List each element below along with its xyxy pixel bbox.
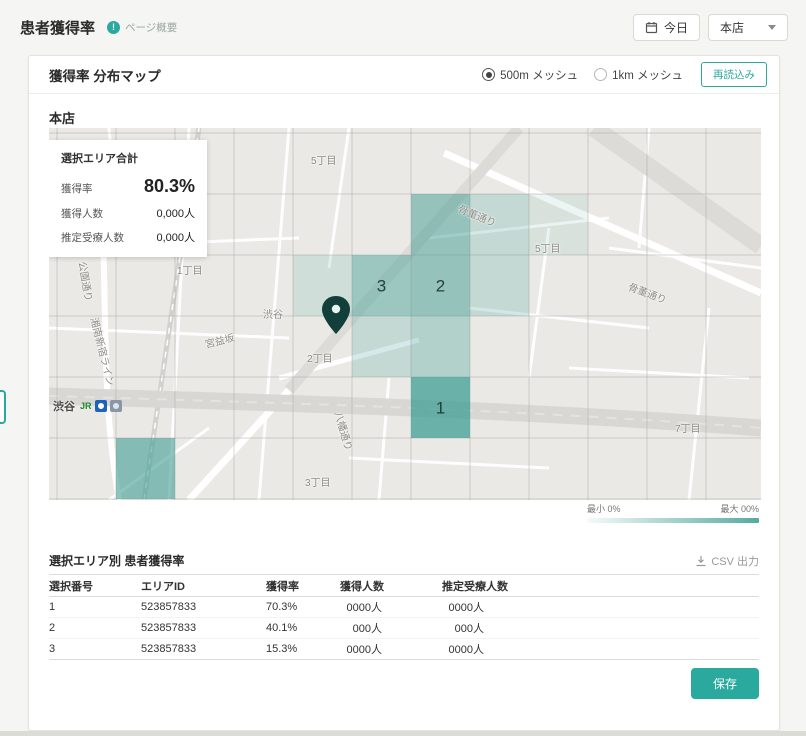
table-row: 152385783370.3%0000人0000人 bbox=[49, 597, 759, 618]
table-cell: 1 bbox=[49, 601, 141, 613]
rate-value: 80.3% bbox=[144, 176, 195, 197]
page-overview-label: ページ概要 bbox=[125, 20, 177, 35]
mesh-cell[interactable] bbox=[352, 316, 411, 377]
selected-area-summary: 選択エリア合計 獲得率 80.3% 獲得人数 0,000人 推定受療人数 0,0… bbox=[49, 140, 207, 257]
table-header-cell: 推定受療人数 bbox=[442, 578, 562, 594]
table-cell: 000人 bbox=[442, 620, 562, 636]
store-select-value: 本店 bbox=[720, 19, 744, 36]
mesh-cell[interactable] bbox=[411, 194, 470, 255]
radio-1km-mesh[interactable]: 1km メッシュ bbox=[594, 67, 683, 83]
card-title: 獲得率 分布マップ bbox=[49, 65, 161, 85]
estimated-label: 推定受療人数 bbox=[61, 230, 124, 245]
mesh-cell-number: 1 bbox=[436, 399, 445, 418]
table-body: 152385783370.3%0000人0000人252385783340.1%… bbox=[49, 597, 759, 660]
map-canvas[interactable]: 321 5丁目骨董通り5丁目骨董通り1丁目渋谷宮益坂2丁目八幡通り3丁目7丁目公… bbox=[49, 128, 761, 500]
estimated-value: 0,000人 bbox=[156, 229, 195, 245]
rate-label: 獲得率 bbox=[61, 181, 93, 196]
legend-gradient-bar bbox=[587, 518, 759, 523]
mesh-radio-group: 500m メッシュ 1km メッシュ bbox=[482, 67, 683, 83]
table-cell: 0000人 bbox=[442, 641, 562, 657]
acquisition-table: 選択番号エリアID獲得率獲得人数推定受療人数 152385783370.3%00… bbox=[49, 574, 759, 660]
station-name: 渋谷 bbox=[53, 398, 75, 414]
radio-1km-label: 1km メッシュ bbox=[612, 67, 683, 83]
rail-line-icon bbox=[110, 400, 122, 412]
table-row: 252385783340.1%000人000人 bbox=[49, 618, 759, 639]
table-cell: 0000人 bbox=[340, 641, 442, 657]
download-icon bbox=[695, 555, 707, 567]
store-heading: 本店 bbox=[49, 108, 75, 127]
calendar-icon bbox=[645, 21, 658, 34]
table-cell: 000人 bbox=[340, 620, 442, 636]
legend-min-label: 最小 0% bbox=[587, 502, 621, 515]
legend-max-label: 最大 00% bbox=[720, 502, 759, 515]
table-cell: 0000人 bbox=[442, 599, 562, 615]
table-cell: 523857833 bbox=[141, 622, 266, 634]
table-cell: 3 bbox=[49, 643, 141, 655]
top-bar: 患者獲得率 ! ページ概要 今日 本店 bbox=[0, 0, 806, 55]
table-header-cell: 獲得率 bbox=[266, 578, 340, 594]
table-cell: 523857833 bbox=[141, 601, 266, 613]
acquisition-map-card: 獲得率 分布マップ 500m メッシュ 1km メッシュ 再読込み 本店 bbox=[28, 55, 780, 731]
table-cell: 523857833 bbox=[141, 643, 266, 655]
today-label: 今日 bbox=[664, 19, 688, 36]
page-overview-link[interactable]: ! ページ概要 bbox=[107, 20, 177, 35]
table-header-cell: 選択番号 bbox=[49, 578, 141, 594]
mesh-cell-number: 2 bbox=[436, 277, 445, 296]
radio-500m-label: 500m メッシュ bbox=[500, 67, 578, 83]
info-icon: ! bbox=[107, 21, 120, 34]
page-title: 患者獲得率 bbox=[20, 17, 95, 38]
table-cell: 2 bbox=[49, 622, 141, 634]
save-button[interactable]: 保存 bbox=[691, 668, 759, 699]
metro-line-icon bbox=[95, 400, 107, 412]
summary-title: 選択エリア合計 bbox=[61, 150, 195, 166]
card-header: 獲得率 分布マップ 500m メッシュ 1km メッシュ 再読込み bbox=[29, 56, 779, 94]
mesh-cell[interactable] bbox=[411, 316, 470, 377]
csv-export-label: CSV 出力 bbox=[711, 553, 759, 569]
csv-export-button[interactable]: CSV 出力 bbox=[695, 553, 759, 569]
table-title: 選択エリア別 患者獲得率 bbox=[49, 552, 184, 569]
store-select[interactable]: 本店 bbox=[708, 14, 788, 41]
count-label: 獲得人数 bbox=[61, 206, 103, 221]
mesh-cell[interactable] bbox=[470, 255, 529, 316]
mesh-cell[interactable] bbox=[529, 194, 588, 255]
table-header-cell: エリアID bbox=[141, 578, 266, 594]
mesh-legend: 最小 0% 最大 00% bbox=[587, 502, 759, 523]
count-value: 0,000人 bbox=[156, 205, 195, 221]
mesh-cell[interactable] bbox=[470, 194, 529, 255]
table-header-cell: 獲得人数 bbox=[340, 578, 442, 594]
table-row: 352385783315.3%0000人0000人 bbox=[49, 639, 759, 660]
jr-line-icon: JR bbox=[80, 401, 92, 411]
today-button[interactable]: 今日 bbox=[633, 14, 700, 41]
reload-button[interactable]: 再読込み bbox=[701, 62, 767, 87]
footer-strip bbox=[0, 731, 806, 736]
table-cell: 15.3% bbox=[266, 643, 340, 655]
table-cell: 0000人 bbox=[340, 599, 442, 615]
chevron-down-icon bbox=[768, 25, 776, 30]
table-header-row: 選択番号エリアID獲得率獲得人数推定受療人数 bbox=[49, 574, 759, 597]
left-edge-panel-handle[interactable] bbox=[0, 390, 6, 424]
radio-500m-mesh[interactable]: 500m メッシュ bbox=[482, 67, 578, 83]
radio-unselected-icon bbox=[594, 68, 607, 81]
mesh-cell[interactable] bbox=[116, 438, 175, 499]
station-marker: 渋谷 JR bbox=[53, 398, 122, 414]
radio-selected-icon bbox=[482, 68, 495, 81]
table-cell: 40.1% bbox=[266, 622, 340, 634]
mesh-cell-number: 3 bbox=[377, 277, 386, 296]
table-cell: 70.3% bbox=[266, 601, 340, 613]
